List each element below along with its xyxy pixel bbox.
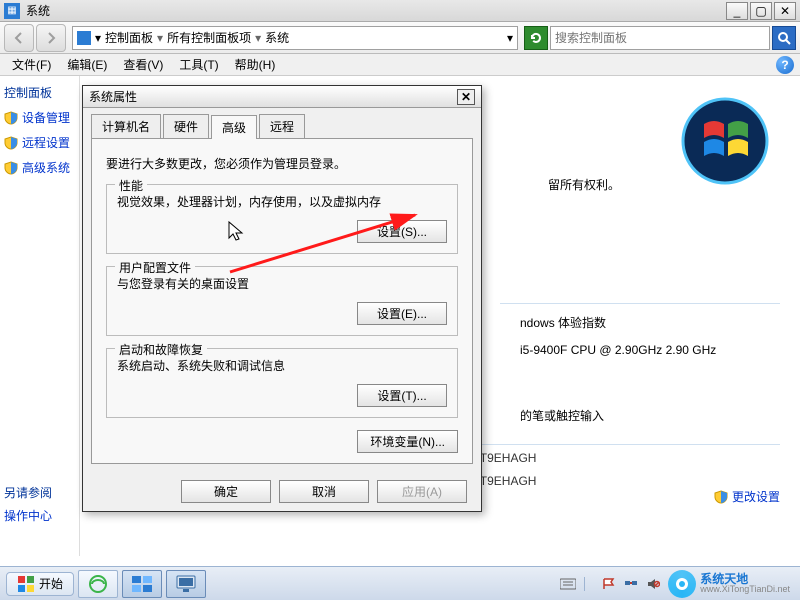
taskbar-ie-button[interactable] bbox=[78, 570, 118, 598]
sidebar: 控制面板 设备管理 远程设置 高级系统 另请参阅 操作中心 bbox=[0, 76, 80, 556]
tab-computer-name[interactable]: 计算机名 bbox=[91, 114, 161, 138]
menu-tools[interactable]: 工具(T) bbox=[173, 54, 224, 75]
network-icon[interactable] bbox=[624, 577, 638, 591]
taskbar-control-panel-button[interactable] bbox=[122, 570, 162, 598]
breadcrumb-seg[interactable]: 系统 bbox=[265, 29, 289, 46]
startup-recovery-group: 启动和故障恢复 系统启动、系统失败和调试信息 设置(T)... bbox=[106, 348, 458, 418]
system-tray: 系统天地www.XiTongTianDi.net bbox=[560, 570, 794, 598]
maximize-button[interactable]: ▢ bbox=[750, 2, 772, 20]
flag-icon[interactable] bbox=[602, 577, 616, 591]
tab-remote[interactable]: 远程 bbox=[259, 114, 305, 138]
refresh-button[interactable] bbox=[524, 26, 548, 50]
sidebar-header[interactable]: 控制面板 bbox=[4, 84, 75, 101]
menu-help[interactable]: 帮助(H) bbox=[229, 54, 282, 75]
cpu-value: i5-9400F CPU @ 2.90GHz 2.90 GHz bbox=[520, 343, 780, 357]
windows-logo bbox=[680, 96, 770, 189]
environment-variables-button[interactable]: 环境变量(N)... bbox=[357, 430, 458, 453]
chevron-down-icon[interactable]: ▾ bbox=[95, 31, 101, 45]
group-title: 启动和故障恢复 bbox=[115, 341, 207, 358]
dialog-footer: 确定 取消 应用(A) bbox=[83, 472, 481, 511]
startup-settings-button[interactable]: 设置(T)... bbox=[357, 384, 447, 407]
system-properties-dialog: 系统属性 ✕ 计算机名 硬件 高级 远程 要进行大多数更改，您必须作为管理员登录… bbox=[82, 85, 482, 512]
profile-settings-button[interactable]: 设置(E)... bbox=[357, 302, 447, 325]
close-button[interactable]: ✕ bbox=[774, 2, 796, 20]
shield-icon bbox=[4, 111, 18, 125]
wei-label[interactable]: ndows 体验指数 bbox=[520, 314, 780, 331]
group-desc: 与您登录有关的桌面设置 bbox=[117, 275, 447, 292]
chevron-down-icon[interactable]: ▾ bbox=[255, 31, 261, 45]
breadcrumb[interactable]: ▾ 控制面板 ▾ 所有控制面板项 ▾ 系统 ▾ bbox=[72, 26, 518, 50]
chevron-down-icon[interactable]: ▾ bbox=[507, 31, 513, 45]
search-box[interactable] bbox=[550, 26, 770, 50]
keyboard-icon[interactable] bbox=[560, 577, 576, 591]
apply-button[interactable]: 应用(A) bbox=[377, 480, 467, 503]
performance-group: 性能 视觉效果，处理器计划，内存使用，以及虚拟内存 设置(S)... bbox=[106, 184, 458, 254]
group-desc: 系统启动、系统失败和调试信息 bbox=[117, 357, 447, 374]
menu-view[interactable]: 查看(V) bbox=[117, 54, 169, 75]
change-settings-link[interactable]: 更改设置 bbox=[714, 488, 780, 505]
forward-button[interactable] bbox=[36, 24, 66, 52]
group-title: 用户配置文件 bbox=[115, 259, 195, 276]
start-button[interactable]: 开始 bbox=[6, 572, 74, 596]
control-panel-icon bbox=[131, 575, 153, 593]
taskbar: 开始 系统天地www.XiTongTianDi.net bbox=[0, 566, 800, 600]
shield-icon bbox=[4, 136, 18, 150]
see-also-header: 另请参阅 bbox=[4, 484, 75, 501]
pen-touch-text: 的笔或触控输入 bbox=[520, 407, 780, 424]
admin-hint: 要进行大多数更改，您必须作为管理员登录。 bbox=[106, 155, 458, 172]
tab-advanced[interactable]: 高级 bbox=[211, 115, 257, 139]
shield-icon bbox=[4, 161, 18, 175]
start-label: 开始 bbox=[39, 575, 63, 592]
watermark-logo-icon bbox=[668, 570, 696, 598]
performance-settings-button[interactable]: 设置(S)... bbox=[357, 220, 447, 243]
volume-icon[interactable] bbox=[646, 577, 660, 591]
chevron-down-icon[interactable]: ▾ bbox=[157, 31, 163, 45]
watermark: 系统天地www.XiTongTianDi.net bbox=[668, 570, 790, 598]
minimize-button[interactable]: _ bbox=[726, 2, 748, 20]
tray-separator bbox=[584, 577, 594, 591]
monitor-icon bbox=[175, 574, 197, 594]
shield-icon bbox=[714, 490, 728, 504]
search-button[interactable] bbox=[772, 26, 796, 50]
group-title: 性能 bbox=[115, 177, 147, 194]
dialog-titlebar[interactable]: 系统属性 ✕ bbox=[83, 86, 481, 108]
action-center-link[interactable]: 操作中心 bbox=[4, 507, 75, 524]
tab-hardware[interactable]: 硬件 bbox=[163, 114, 209, 138]
user-profile-group: 用户配置文件 与您登录有关的桌面设置 设置(E)... bbox=[106, 266, 458, 336]
group-desc: 视觉效果，处理器计划，内存使用，以及虚拟内存 bbox=[117, 193, 447, 210]
breadcrumb-seg[interactable]: 控制面板 bbox=[105, 29, 153, 46]
location-icon bbox=[77, 31, 91, 45]
dialog-close-button[interactable]: ✕ bbox=[457, 89, 475, 105]
window-title: 系统 bbox=[26, 2, 724, 19]
dialog-title: 系统属性 bbox=[89, 88, 457, 105]
dialog-body: 要进行大多数更改，您必须作为管理员登录。 性能 视觉效果，处理器计划，内存使用，… bbox=[91, 139, 473, 464]
tab-strip: 计算机名 硬件 高级 远程 bbox=[83, 108, 481, 138]
help-icon[interactable]: ? bbox=[776, 56, 794, 74]
taskbar-system-properties-button[interactable] bbox=[166, 570, 206, 598]
sidebar-link-remote[interactable]: 远程设置 bbox=[4, 134, 75, 151]
windows-flag-icon bbox=[17, 575, 35, 593]
cancel-button[interactable]: 取消 bbox=[279, 480, 369, 503]
back-button[interactable] bbox=[4, 24, 34, 52]
navigation-bar: ▾ 控制面板 ▾ 所有控制面板项 ▾ 系统 ▾ bbox=[0, 22, 800, 54]
ok-button[interactable]: 确定 bbox=[181, 480, 271, 503]
sidebar-link-advanced[interactable]: 高级系统 bbox=[4, 159, 75, 176]
window-titlebar: ▦ 系统 _ ▢ ✕ bbox=[0, 0, 800, 22]
menu-bar: 文件(F) 编辑(E) 查看(V) 工具(T) 帮助(H) ? bbox=[0, 54, 800, 76]
ie-icon bbox=[88, 574, 108, 594]
sidebar-link-device-manager[interactable]: 设备管理 bbox=[4, 109, 75, 126]
menu-file[interactable]: 文件(F) bbox=[6, 54, 57, 75]
breadcrumb-seg[interactable]: 所有控制面板项 bbox=[167, 29, 251, 46]
app-icon: ▦ bbox=[4, 3, 20, 19]
search-input[interactable] bbox=[555, 31, 765, 45]
menu-edit[interactable]: 编辑(E) bbox=[61, 54, 113, 75]
